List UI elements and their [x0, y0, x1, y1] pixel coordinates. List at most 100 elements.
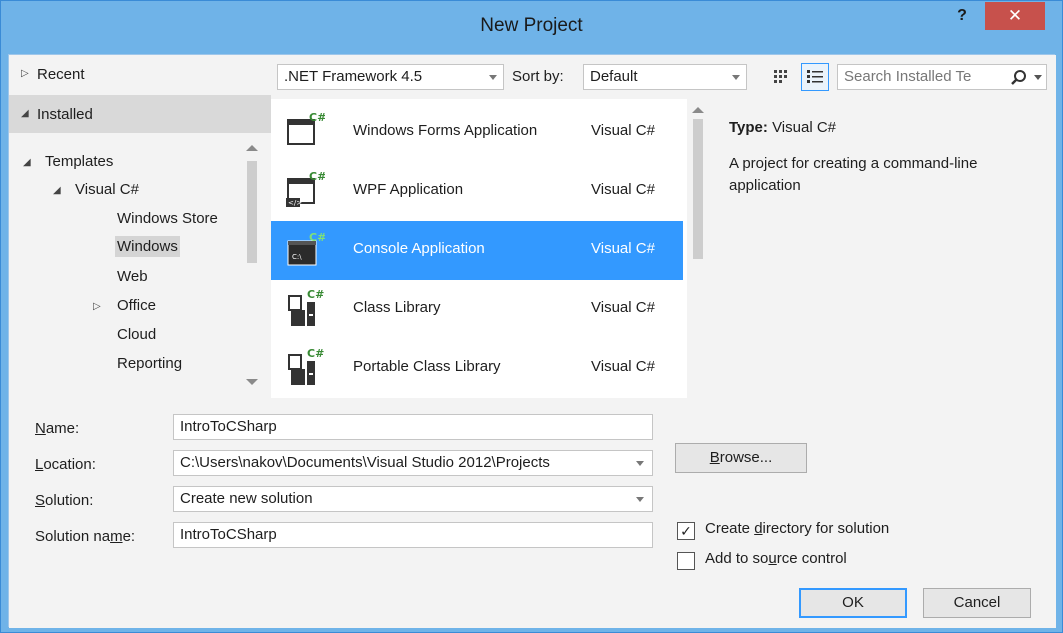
location-dropdown[interactable]: C:\Users\nakov\Documents\Visual Studio 2… [173, 450, 653, 476]
tree-item-reporting[interactable]: Reporting [117, 355, 182, 372]
location-value: C:\Users\nakov\Documents\Visual Studio 2… [180, 454, 550, 471]
svg-text:</>: </> [288, 199, 302, 207]
tree-item-templates[interactable]: ◢ Templates [23, 153, 113, 170]
project-name-input[interactable]: IntroToCSharp [173, 414, 653, 440]
template-name: WPF Application [353, 181, 464, 198]
tree-item-label: Templates [45, 153, 114, 170]
ok-button[interactable]: OK [799, 588, 907, 618]
solution-label: Solution: [35, 492, 94, 509]
template-name: Console Application [353, 240, 485, 257]
expand-open-icon[interactable]: ◢ [21, 108, 29, 119]
source-control-label[interactable]: Add to source control [705, 550, 847, 567]
nav-scrollbar[interactable] [245, 141, 259, 391]
template-details: Type: Visual C# A project for creating a… [707, 99, 1056, 398]
list-view-button[interactable] [801, 63, 829, 91]
console-application-icon: C:\ C# [287, 231, 325, 266]
expand-open-icon[interactable]: ◢ [23, 157, 31, 168]
template-language: Visual C# [591, 122, 655, 139]
svg-text:C:\: C:\ [292, 253, 302, 261]
new-project-dialog: New Project ? ✕ ▷ Recent ◢ Installed ◢ T… [0, 0, 1063, 633]
expand-collapsed-icon[interactable]: ▷ [21, 68, 29, 79]
template-row-console-application[interactable]: C:\ C# Console Application Visual C# [271, 221, 683, 280]
template-list: C# Windows Forms Application Visual C# <… [271, 99, 687, 398]
chevron-down-icon [636, 461, 644, 466]
search-options-chevron-icon[interactable] [1034, 75, 1042, 80]
chevron-down-icon [732, 75, 740, 80]
svg-text:C#: C# [307, 347, 324, 360]
source-control-checkbox[interactable] [677, 552, 695, 570]
template-row-portable-class-library[interactable]: C# Portable Class Library Visual C# [271, 339, 683, 398]
project-name-value: IntroToCSharp [180, 418, 277, 435]
close-button[interactable]: ✕ [985, 2, 1045, 30]
template-name: Windows Forms Application [353, 122, 538, 139]
tree-item-label: Windows [115, 236, 180, 257]
svg-text:C#: C# [307, 288, 324, 301]
create-directory-checkbox[interactable]: ✓ [677, 522, 695, 540]
template-row-wpf[interactable]: </> C# WPF Application Visual C# [271, 162, 683, 221]
template-language: Visual C# [591, 358, 655, 375]
wpf-icon: </> C# [286, 170, 325, 207]
framework-value: .NET Framework 4.5 [284, 68, 423, 85]
list-view-icon [807, 70, 823, 83]
class-library-icon: C# [288, 288, 324, 326]
template-language: Visual C# [591, 240, 655, 257]
tree-item-windows[interactable]: Windows [115, 236, 180, 257]
create-directory-label[interactable]: Create directory for solution [705, 520, 889, 537]
template-navigation: ▷ Recent ◢ Installed ◢ Templates ◢ Visua… [9, 55, 271, 398]
template-type: Type: Visual C# [729, 119, 836, 136]
windows-forms-icon: C# [287, 111, 325, 145]
template-language: Visual C# [591, 299, 655, 316]
scroll-thumb[interactable] [693, 119, 703, 259]
template-name: Class Library [353, 299, 441, 316]
project-settings-form: Name: IntroToCSharp Location: C:\Users\n… [9, 398, 1056, 628]
tree-item-label: Web [117, 268, 148, 285]
solution-dropdown[interactable]: Create new solution [173, 486, 653, 512]
sort-by-label: Sort by: [512, 68, 564, 85]
svg-text:C#: C# [309, 111, 325, 124]
expand-open-icon[interactable]: ◢ [53, 185, 61, 196]
expand-collapsed-icon[interactable]: ▷ [93, 301, 101, 312]
search-installed-input[interactable]: Search Installed Te [837, 64, 1047, 90]
template-language: Visual C# [591, 181, 655, 198]
sort-dropdown[interactable]: Default [583, 64, 747, 90]
tree-item-label: Reporting [117, 355, 183, 372]
scroll-up-icon[interactable] [246, 145, 258, 151]
dialog-title: New Project [480, 15, 583, 36]
scroll-up-icon[interactable] [692, 107, 704, 113]
name-label: Name: [35, 420, 80, 437]
dialog-body: ▷ Recent ◢ Installed ◢ Templates ◢ Visua… [8, 54, 1056, 628]
framework-dropdown[interactable]: .NET Framework 4.5 [277, 64, 504, 90]
template-description: A project for creating a command-line ap… [729, 155, 978, 194]
type-label: Type: [729, 119, 768, 136]
browse-button[interactable]: Browse... [675, 443, 807, 473]
tree-item-web[interactable]: Web [117, 268, 148, 285]
template-list-scrollbar[interactable] [691, 99, 705, 398]
small-icons-view-button[interactable] [767, 63, 795, 91]
location-label: Location: [35, 456, 96, 473]
scroll-down-icon[interactable] [246, 379, 258, 385]
nav-recent[interactable]: ▷ Recent [9, 55, 271, 93]
tree-item-windows-store[interactable]: Windows Store [117, 210, 218, 227]
tree-item-label: Cloud [117, 326, 157, 343]
portable-class-library-icon: C# [288, 347, 324, 385]
template-row-windows-forms[interactable]: C# Windows Forms Application Visual C# [271, 103, 683, 162]
nav-recent-label: Recent [37, 66, 85, 83]
help-button[interactable]: ? [949, 7, 975, 29]
solution-name-input[interactable]: IntroToCSharp [173, 522, 653, 548]
tree-item-visual-csharp[interactable]: ◢ Visual C# [53, 181, 139, 198]
tree-item-office[interactable]: ▷ Office [93, 297, 156, 314]
cancel-button[interactable]: Cancel [923, 588, 1031, 618]
svg-text:C#: C# [309, 231, 325, 244]
tree-item-cloud[interactable]: Cloud [117, 326, 156, 343]
solution-value: Create new solution [180, 490, 313, 507]
search-icon[interactable] [1010, 69, 1028, 87]
search-placeholder: Search Installed Te [844, 68, 972, 85]
chevron-down-icon [489, 75, 497, 80]
template-toolbar: .NET Framework 4.5 Sort by: Default Sear… [271, 55, 1056, 99]
nav-installed[interactable]: ◢ Installed [9, 95, 271, 133]
title-bar: New Project ? ✕ [1, 1, 1062, 54]
template-row-class-library[interactable]: C# Class Library Visual C# [271, 280, 683, 339]
template-name: Portable Class Library [353, 358, 501, 375]
scroll-thumb[interactable] [247, 161, 257, 263]
solution-name-value: IntroToCSharp [180, 526, 277, 543]
